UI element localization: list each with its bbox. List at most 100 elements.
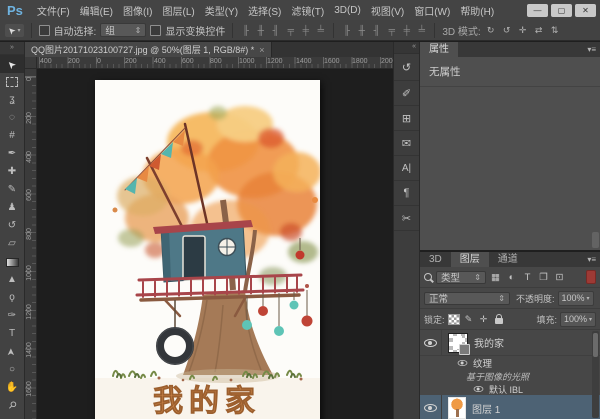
maximize-button[interactable]: ▢ (551, 4, 572, 17)
crop-tool[interactable]: # (0, 127, 24, 145)
close-button[interactable]: ✕ (575, 4, 596, 17)
menu-edit[interactable]: 编辑(E) (75, 3, 118, 18)
document-page[interactable]: 我的家 (95, 80, 320, 419)
tab-channels[interactable]: 通道 (489, 252, 527, 267)
align-left-edges-icon[interactable]: ╟ (240, 25, 251, 35)
character-panel-icon[interactable]: A| (394, 156, 419, 181)
rectangular-marquee-tool[interactable] (0, 73, 24, 91)
menu-type[interactable]: 类型(Y) (200, 3, 243, 18)
fill-field[interactable]: 100% ▾ (560, 312, 596, 327)
filter-type-layer-icon[interactable]: T (521, 272, 534, 283)
align-h-centers-icon[interactable]: ╫ (255, 25, 266, 35)
3d-scale-icon[interactable]: ⇅ (549, 25, 561, 36)
distribute-top-icon[interactable]: ╤ (386, 25, 397, 35)
brush-tool[interactable]: ✎ (0, 181, 24, 199)
menu-layer[interactable]: 图层(L) (157, 3, 199, 18)
menu-window[interactable]: 窗口(W) (409, 3, 455, 18)
zoom-tool[interactable]: ⚲ (0, 397, 24, 415)
menu-help[interactable]: 帮助(H) (455, 3, 499, 18)
tab-close-icon[interactable]: × (259, 45, 264, 55)
layer-row-wodejia[interactable]: 我的家 (420, 330, 600, 356)
vertical-ruler[interactable]: 0 200 400 600 800 1000 1200 1400 1600 18… (25, 69, 37, 419)
auto-select-checkbox[interactable] (39, 25, 50, 36)
type-tool[interactable]: T (0, 325, 24, 343)
filter-shape-icon[interactable]: ❐ (537, 272, 550, 283)
align-bottom-edges-icon[interactable]: ╧ (315, 25, 326, 35)
filter-pixel-icon[interactable]: ▦ (489, 272, 502, 283)
filter-adjustment-icon[interactable]: ◐ (505, 272, 518, 283)
distribute-bottom-icon[interactable]: ╧ (416, 25, 427, 35)
blur-tool[interactable]: ▲ (0, 271, 24, 289)
layer-row-layer1-selected[interactable]: 图层 1 (420, 395, 600, 419)
3d-rotate-icon[interactable]: ↻ (485, 25, 497, 36)
artwork[interactable]: 我的家 (95, 80, 320, 419)
expand-panels-icon[interactable]: « (394, 42, 419, 54)
clone-stamp-tool[interactable]: ♟ (0, 199, 24, 217)
scrollbar-thumb[interactable] (593, 333, 598, 357)
lock-position-icon[interactable]: ✛ (478, 314, 490, 325)
3d-slide-icon[interactable]: ⇄ (533, 25, 545, 36)
tool-presets-panel-icon[interactable]: ✂ (394, 206, 419, 231)
align-right-edges-icon[interactable]: ╢ (270, 25, 281, 35)
panel-menu-icon[interactable]: ▾≡ (587, 45, 600, 54)
hand-tool[interactable]: ✋ (0, 379, 24, 397)
layer-row-default-ibl[interactable]: 默认 IBL (420, 383, 600, 395)
filter-type-dropdown[interactable]: 类型 ⇕ (436, 271, 486, 284)
canvas-area[interactable]: 我的家 (37, 69, 393, 419)
gradient-tool[interactable] (0, 253, 24, 271)
path-selection-tool[interactable]: ➤ (0, 343, 24, 361)
notes-panel-icon[interactable]: ✉ (394, 131, 419, 156)
menu-select[interactable]: 选择(S) (243, 3, 286, 18)
menu-filter[interactable]: 滤镜(T) (286, 3, 329, 18)
layer-thumbnail[interactable] (448, 397, 466, 419)
spot-healing-brush-tool[interactable]: ✚ (0, 163, 24, 181)
layers-scrollbar[interactable] (592, 331, 599, 418)
layer-thumbnail[interactable] (448, 333, 468, 353)
tab-layers[interactable]: 图层 (451, 252, 489, 267)
align-top-edges-icon[interactable]: ╤ (285, 25, 296, 35)
horizontal-ruler[interactable]: 400 200 0 200 400 600 800 1000 1200 1400… (37, 57, 393, 69)
eyedropper-tool[interactable]: ✒ (0, 145, 24, 163)
lasso-tool[interactable]: ʓ (0, 91, 24, 109)
menu-image[interactable]: 图像(I) (118, 3, 157, 18)
distribute-right-icon[interactable]: ╢ (371, 25, 382, 35)
paragraph-panel-icon[interactable]: ¶ (394, 181, 419, 206)
tab-properties[interactable]: 属性 (420, 42, 458, 57)
eraser-tool[interactable]: ▱ (0, 235, 24, 253)
distribute-h-centers-icon[interactable]: ╫ (356, 25, 367, 35)
minimize-button[interactable]: — (527, 4, 548, 17)
dodge-tool[interactable]: ϙ (0, 289, 24, 307)
layer-name[interactable]: 我的家 (474, 335, 504, 350)
properties-scrollbar[interactable] (592, 232, 599, 248)
distribute-left-icon[interactable]: ╟ (341, 25, 352, 35)
quick-selection-tool[interactable]: ◌ (0, 109, 24, 127)
panel-menu-icon[interactable]: ▾≡ (587, 255, 600, 264)
visibility-toggle[interactable] (420, 395, 442, 419)
auto-select-dropdown[interactable]: 组 ⇕ (100, 23, 146, 37)
document-tab[interactable]: QQ图片20171023100727.jpg @ 50%(图层 1, RGB/8… (25, 42, 272, 57)
lock-all-icon[interactable] (495, 318, 503, 324)
brush-presets-panel-icon[interactable]: ✐ (394, 81, 419, 106)
current-tool-indicator[interactable]: ➤ ▾ (5, 24, 24, 37)
shape-tool[interactable]: ○ (0, 361, 24, 379)
eye-icon[interactable] (474, 386, 484, 392)
eye-icon[interactable] (458, 360, 468, 366)
collapse-tools-icon[interactable]: » (0, 42, 24, 55)
3d-roll-icon[interactable]: ↺ (501, 25, 513, 36)
history-panel-icon[interactable]: ↺ (394, 54, 419, 81)
move-tool[interactable]: ➤ (0, 55, 24, 73)
tab-3d[interactable]: 3D (420, 252, 451, 267)
filter-toggle[interactable] (586, 270, 596, 284)
history-brush-tool[interactable]: ↺ (0, 217, 24, 235)
distribute-v-centers-icon[interactable]: ╪ (401, 25, 412, 35)
show-transform-checkbox[interactable] (150, 25, 161, 36)
blend-mode-dropdown[interactable]: 正常 ⇕ (424, 292, 510, 305)
3d-drag-icon[interactable]: ✛ (517, 25, 529, 36)
layer-name[interactable]: 默认 IBL (489, 383, 523, 396)
layer-name[interactable]: 图层 1 (472, 401, 500, 416)
lock-transparency-icon[interactable] (448, 314, 460, 325)
menu-file[interactable]: 文件(F) (32, 3, 75, 18)
pen-tool[interactable]: ✑ (0, 307, 24, 325)
layer-name[interactable]: 纹理 (473, 356, 492, 370)
opacity-field[interactable]: 100% ▾ (558, 291, 594, 306)
